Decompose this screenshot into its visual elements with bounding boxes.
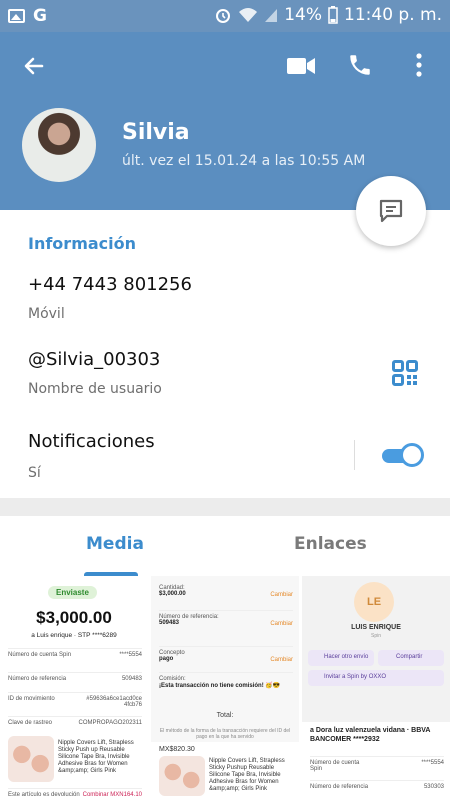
detail-row: Comisión: ¡Esta transacción no tiene comi… <box>159 672 293 689</box>
divider <box>354 440 355 470</box>
message-button[interactable] <box>356 176 426 246</box>
detail-row: ID de movimiento #59636a6ce1acd0ce 4fcb76 <box>8 692 142 708</box>
signal-icon <box>265 9 278 22</box>
notifications-title: Notificaciones <box>28 431 155 452</box>
notifications-value: Sí <box>28 465 41 481</box>
send-again-button: Hacer otro envío <box>308 650 374 666</box>
media-thumbnail[interactable]: Enviaste $3,000.00 a Luis enrique · STP … <box>0 576 148 800</box>
detail-row: Concepto pago Cambiar <box>159 646 293 663</box>
avatar: LE <box>354 582 394 622</box>
product-price: MX$820.30 <box>159 746 195 753</box>
media-thumbnail[interactable]: LE LUIS ENRIQUE Spin Hacer otro envío Co… <box>302 576 450 800</box>
tab-links[interactable]: Enlaces <box>294 534 367 554</box>
total-label: Total: <box>216 712 234 719</box>
detail-row: Número de cuenta Spin ****5554 <box>310 756 444 772</box>
clock: 11:40 p. m. <box>344 5 442 25</box>
invite-button: Invitar a Spin by OXXO <box>308 670 444 686</box>
status-bar: G 14% 11:40 p. m. <box>0 0 450 32</box>
battery-icon <box>328 6 338 24</box>
phone-number[interactable]: +44 7443 801256 <box>28 274 192 295</box>
username-label: Nombre de usuario <box>28 381 162 397</box>
product-image <box>8 736 54 782</box>
detail-row: Cantidad: $3,000.00 Cambiar <box>159 585 293 598</box>
media-grid: Enviaste $3,000.00 a Luis enrique · STP … <box>0 576 450 800</box>
detail-row: Clave de rastreo COMPROPAGO202311 <box>8 716 142 726</box>
back-arrow-icon[interactable] <box>22 54 46 78</box>
toggle-knob <box>400 443 424 467</box>
product-ad: Nipple Covers Lift, Strapless Sticky Pus… <box>0 730 148 800</box>
detail-row: Número de cuenta Spin ****5554 <box>8 648 142 658</box>
qr-code-icon[interactable] <box>392 360 418 386</box>
more-options-icon[interactable] <box>412 52 426 78</box>
alarm-icon <box>216 9 231 23</box>
chat-bubble-icon <box>379 199 403 223</box>
avatar[interactable] <box>22 108 96 182</box>
product-ad: MX$820.30 Nipple Covers Lift, Strapless … <box>151 742 299 800</box>
share-button: Compartir <box>378 650 444 666</box>
notifications-toggle[interactable] <box>382 443 424 467</box>
media-tabs: Media Enlaces <box>0 516 450 576</box>
detail-row: Número de referencia 530303 <box>310 780 444 790</box>
detail-row: Número de referencia 509483 <box>8 672 142 682</box>
ad-footer: Este artículo es devolución Combinar MXN1… <box>8 788 142 798</box>
contact-name: Silvia <box>122 120 190 145</box>
google-notification-icon: G <box>33 6 47 26</box>
transfer-amount: $3,000.00 <box>36 608 112 627</box>
video-call-icon[interactable] <box>286 56 316 76</box>
transfer-details: a Dora luz valenzuela vidana · BBVA BANC… <box>302 722 450 800</box>
transfer-recipient: a Luis enrique · STP ****6289 <box>31 632 117 639</box>
username[interactable]: @Silvia_00303 <box>28 349 160 370</box>
wifi-icon <box>239 8 258 22</box>
transfer-destination: a Dora luz valenzuela vidana · BBVA BANC… <box>310 727 431 743</box>
status-badge: Enviaste <box>48 586 97 599</box>
phone-call-icon[interactable] <box>347 52 373 78</box>
tab-media[interactable]: Media <box>86 534 144 554</box>
recipient-sub: Spin <box>370 633 381 639</box>
section-title: Información <box>28 234 137 253</box>
phone-label: Móvil <box>28 306 65 322</box>
note-text: El método de la forma de la transacción … <box>159 728 291 740</box>
info-section: Información +44 7443 801256 Móvil @Silvi… <box>0 210 450 498</box>
battery-percent: 14% <box>284 5 323 25</box>
recipient-name: LUIS ENRIQUE <box>351 624 401 631</box>
last-seen: últ. vez el 15.01.24 a las 10:55 AM <box>122 153 366 169</box>
product-description: Nipple Covers Lift, Strapless Sticky Pus… <box>209 758 285 792</box>
media-thumbnail[interactable]: Cantidad: $3,000.00 Cambiar Número de refe… <box>151 576 299 800</box>
detail-row: Número de referencia: 509483 Cambiar <box>159 610 293 627</box>
product-description: Nipple Covers Lift, Strapless Sticky Pus… <box>58 740 134 774</box>
product-image <box>159 756 205 796</box>
gallery-notification-icon <box>8 9 25 23</box>
